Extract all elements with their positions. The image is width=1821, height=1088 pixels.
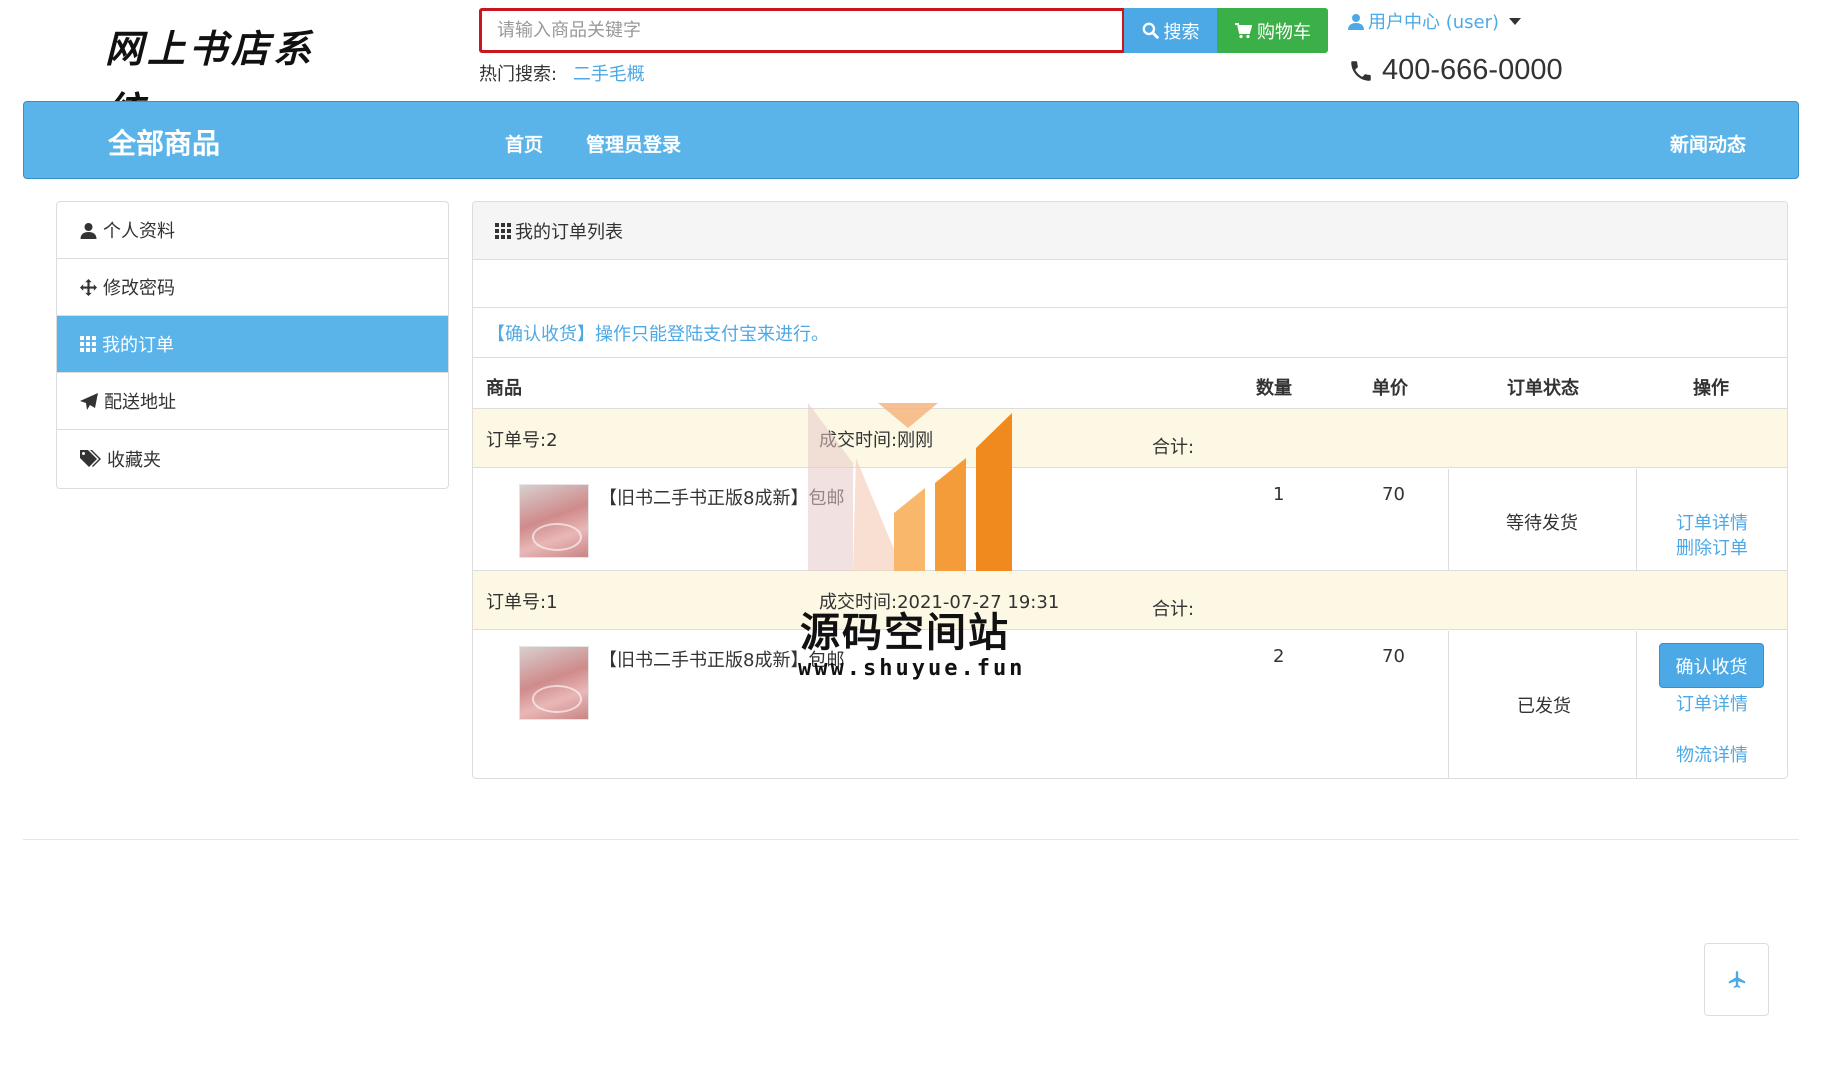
grid-icon xyxy=(80,336,96,352)
cart-button-label: 购物车 xyxy=(1257,21,1311,43)
sidebar-item-label: 我的订单 xyxy=(102,335,174,356)
sidebar-item-label: 个人资料 xyxy=(103,221,175,242)
product-thumbnail[interactable] xyxy=(519,484,589,558)
column-divider xyxy=(1448,631,1449,778)
column-divider xyxy=(1448,469,1449,572)
plane-icon xyxy=(1728,970,1745,988)
delete-order-link[interactable]: 删除订单 xyxy=(1676,534,1748,560)
divider xyxy=(473,357,1787,358)
user-icon xyxy=(1348,13,1364,30)
user-center-dropdown[interactable]: 用户中心 (user) xyxy=(1348,8,1522,34)
tags-icon xyxy=(80,450,101,467)
order-price: 70 xyxy=(1382,646,1405,667)
order-quantity: 1 xyxy=(1273,484,1285,505)
search-icon xyxy=(1142,22,1159,39)
sidebar-item-orders[interactable]: 我的订单 xyxy=(57,316,448,373)
column-header-actions: 操作 xyxy=(1693,378,1729,399)
search-button[interactable]: 搜索 xyxy=(1124,8,1217,53)
watermark-logo xyxy=(808,403,1012,571)
column-divider xyxy=(1636,631,1637,778)
order-list-panel: 我的订单列表 【确认收货】操作只能登陆支付宝来进行。 商品 数量 单价 订单状态… xyxy=(472,201,1788,779)
column-header-product: 商品 xyxy=(486,378,522,399)
search-button-label: 搜索 xyxy=(1163,21,1200,43)
panel-title: 我的订单列表 xyxy=(515,221,623,243)
watermark-url: www.shuyue.fun xyxy=(798,656,1026,681)
order-status: 等待发货 xyxy=(1506,513,1578,534)
nav-all-products[interactable]: 全部商品 xyxy=(108,122,220,162)
confirm-notice: 【确认收货】操作只能登陆支付宝来进行。 xyxy=(487,324,829,345)
order-total: 合计: xyxy=(1152,437,1195,458)
caret-down-icon xyxy=(1509,17,1522,25)
cart-button[interactable]: 购物车 xyxy=(1217,8,1328,53)
sidebar-item-label: 配送地址 xyxy=(104,392,176,413)
cart-icon xyxy=(1235,22,1252,38)
watermark-title: 源码空间站 xyxy=(800,610,1010,656)
order-quantity: 2 xyxy=(1273,646,1285,667)
order-total: 合计: xyxy=(1152,599,1195,620)
order-header-row: 订单号:1 成交时间:2021-07-27 19:31 合计: xyxy=(473,570,1787,630)
column-header-quantity: 数量 xyxy=(1256,378,1292,399)
footer-divider xyxy=(23,839,1799,840)
main-navbar xyxy=(23,101,1799,179)
nav-admin-login[interactable]: 管理员登录 xyxy=(586,130,681,157)
order-detail-link[interactable]: 订单详情 xyxy=(1676,690,1748,716)
account-sidebar: 个人资料 修改密码 我的订单 配送地址 收藏夹 xyxy=(56,201,449,489)
order-detail-link[interactable]: 订单详情 xyxy=(1676,509,1748,535)
panel-blank-row xyxy=(473,260,1787,308)
phone-contact: 400-666-0000 xyxy=(1348,54,1563,87)
sidebar-item-profile[interactable]: 个人资料 xyxy=(57,202,448,259)
phone-icon xyxy=(1351,60,1371,81)
panel-heading: 我的订单列表 xyxy=(473,202,1787,260)
column-header-price: 单价 xyxy=(1372,378,1408,399)
user-center-label: 用户中心 (user) xyxy=(1368,12,1500,33)
confirm-receipt-button[interactable]: 确认收货 xyxy=(1659,643,1764,688)
order-number: 订单号:1 xyxy=(486,592,558,613)
move-icon xyxy=(80,278,97,296)
site-logo[interactable]: 网上书店系统 xyxy=(105,18,345,133)
sidebar-item-label: 修改密码 xyxy=(103,278,175,299)
column-header-status: 订单状态 xyxy=(1507,378,1579,399)
order-number: 订单号:2 xyxy=(486,430,558,451)
phone-number: 400-666-0000 xyxy=(1382,54,1563,86)
hot-search: 热门搜索: 二手毛概 xyxy=(479,60,645,86)
sidebar-item-address[interactable]: 配送地址 xyxy=(57,373,448,430)
sidebar-item-label: 收藏夹 xyxy=(107,449,161,471)
nav-home[interactable]: 首页 xyxy=(505,130,543,157)
order-price: 70 xyxy=(1382,484,1405,505)
column-divider xyxy=(1636,469,1637,572)
user-icon xyxy=(80,222,97,239)
order-status: 已发货 xyxy=(1517,696,1571,717)
sidebar-item-password[interactable]: 修改密码 xyxy=(57,259,448,316)
send-icon xyxy=(80,392,98,410)
nav-news[interactable]: 新闻动态 xyxy=(1670,130,1746,157)
order-header-row: 订单号:2 成交时间:刚刚 合计: xyxy=(473,408,1787,468)
product-thumbnail[interactable] xyxy=(519,646,589,720)
grid-icon xyxy=(495,222,511,239)
search-input[interactable] xyxy=(479,8,1125,53)
sidebar-item-favorites[interactable]: 收藏夹 xyxy=(57,430,448,487)
logistics-detail-link[interactable]: 物流详情 xyxy=(1676,741,1748,767)
back-to-top-button[interactable] xyxy=(1704,943,1769,1016)
hot-search-link[interactable]: 二手毛概 xyxy=(573,64,645,85)
hot-search-label: 热门搜索: xyxy=(479,64,558,85)
